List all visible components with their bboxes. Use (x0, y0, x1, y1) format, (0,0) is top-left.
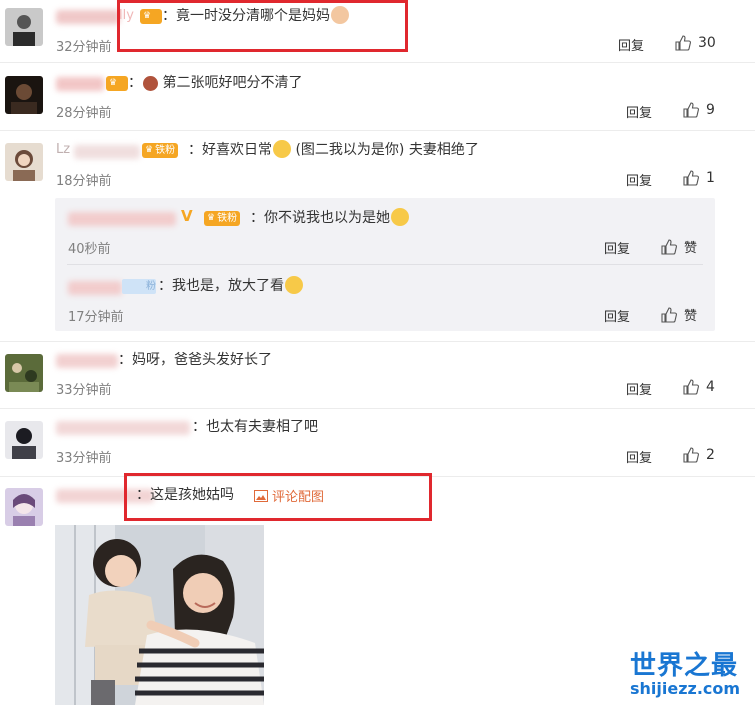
username-redacted[interactable] (74, 145, 140, 159)
like-button[interactable]: 赞 (660, 237, 697, 256)
comment-time: 18分钟前 (56, 174, 112, 189)
reply-button[interactable]: 回复 (626, 447, 652, 466)
fan-badge: ♛ 铁粉 (142, 143, 179, 158)
thumbs-up-icon (661, 238, 677, 255)
reply-time: 17分钟前 (68, 310, 124, 325)
comment-time: 33分钟前 (56, 451, 112, 466)
like-label: 赞 (684, 241, 698, 256)
username-redacted[interactable] (68, 212, 176, 226)
like-count: 4 (706, 379, 715, 395)
watermark-title: 世界之最 (630, 651, 739, 681)
username-head[interactable]: Lz (56, 140, 70, 160)
reply-button[interactable]: 回复 (626, 379, 652, 398)
username-redacted[interactable] (56, 10, 120, 24)
emoji-icon (273, 140, 291, 158)
username-redacted[interactable] (56, 77, 104, 91)
comment-text: ：妈呀，爸爸头发好长了 (118, 352, 272, 368)
thumbs-up-icon (683, 170, 699, 186)
divider (0, 341, 755, 342)
emoji-icon (285, 276, 303, 294)
thumbs-up-icon (683, 379, 699, 395)
comment-text: ：也太有夫妻相了吧 (192, 419, 318, 435)
reply-text: ：我也是，放大了看 (158, 276, 303, 296)
highlight-box (124, 473, 432, 521)
divider (0, 62, 755, 63)
avatar[interactable] (5, 488, 43, 526)
like-label: 赞 (684, 309, 698, 324)
emoji-icon (391, 208, 409, 226)
thumbs-up-icon (661, 306, 677, 323)
like-button[interactable]: 赞 (660, 305, 697, 324)
like-count: 9 (706, 102, 715, 118)
verified-icon: V (181, 207, 193, 225)
like-button[interactable]: 4 (682, 378, 715, 396)
thumbs-up-icon (675, 35, 691, 51)
username-redacted[interactable] (68, 281, 122, 295)
reply-button[interactable]: 回复 (604, 238, 630, 257)
highlight-box (117, 0, 408, 52)
username-redacted[interactable] (56, 421, 190, 435)
like-button[interactable]: 1 (682, 169, 715, 187)
fan-badge: ♛ 铁粉 (204, 211, 241, 226)
divider (0, 408, 755, 409)
crown-icon: ♛ (145, 145, 154, 155)
comment-photo[interactable] (55, 525, 264, 705)
thumbs-up-icon (683, 102, 699, 118)
like-count: 1 (706, 170, 715, 186)
crown-icon: ♛ (106, 76, 128, 91)
avatar[interactable] (5, 76, 43, 114)
like-button[interactable]: 2 (682, 446, 715, 464)
reply-text: ：你不说我也以为是她 (250, 208, 409, 228)
fan-badge: 粉 (122, 279, 156, 294)
comment-time: 33分钟前 (56, 383, 112, 398)
crown-icon: ♛ (207, 213, 216, 223)
emoji-icon (143, 76, 158, 91)
reply-button[interactable]: 回复 (618, 35, 644, 54)
avatar[interactable] (5, 143, 43, 181)
comment-text: ： 第二张呃好吧分不清了 (128, 75, 303, 91)
comment-time: 28分钟前 (56, 106, 112, 121)
like-count: 2 (706, 447, 715, 463)
reply-button[interactable]: 回复 (626, 102, 652, 121)
divider (0, 130, 755, 131)
avatar[interactable] (5, 354, 43, 392)
like-button[interactable]: 30 (674, 34, 716, 52)
comment-text: ：好喜欢日常 (图二我以为是你) 夫妻相绝了 (188, 140, 479, 158)
like-button[interactable]: 9 (682, 101, 715, 119)
thumbs-up-icon (683, 447, 699, 463)
comment-time: 32分钟前 (56, 40, 112, 55)
avatar[interactable] (5, 8, 43, 46)
like-count: 30 (698, 35, 716, 51)
reply-button[interactable]: 回复 (626, 170, 652, 189)
divider (67, 264, 703, 265)
watermark-site: shijiezz.com (630, 679, 741, 698)
username-redacted[interactable] (56, 354, 118, 368)
reply-button[interactable]: 回复 (604, 306, 630, 325)
reply-time: 40秒前 (68, 242, 111, 257)
avatar[interactable] (5, 421, 43, 459)
